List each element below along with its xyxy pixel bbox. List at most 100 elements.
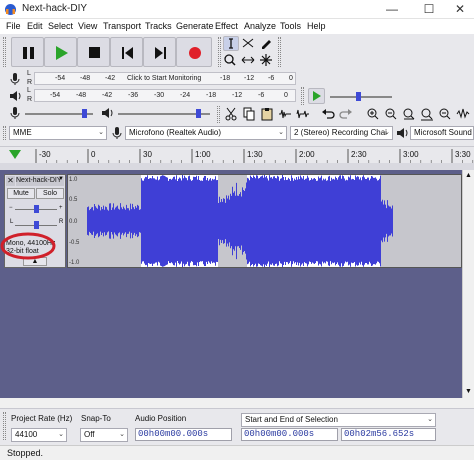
audio-position-field[interactable]: 00h00m00.000s (135, 428, 232, 441)
playback-meter-tick: -48 (76, 92, 87, 99)
audio-host-select[interactable]: MME ⌄ (9, 126, 107, 140)
selection-start-field[interactable]: 00h00m00.000s (241, 428, 338, 441)
play-speed-slider[interactable] (330, 96, 392, 98)
menu-file[interactable]: File (6, 21, 21, 31)
track-name: Next-hack-DIY (16, 177, 62, 184)
toolbar-grip[interactable] (3, 412, 6, 440)
toolbar-grip[interactable] (217, 106, 220, 123)
selection-mode-select[interactable]: Start and End of Selection ⌄ (241, 413, 436, 427)
playback-meter-tick: 0 (284, 92, 288, 99)
toolbar-grip[interactable] (3, 126, 6, 140)
track-menu-arrow-icon: ▼ (58, 176, 64, 182)
vertical-scrollbar[interactable]: ▲ ▼ (462, 170, 474, 398)
draw-tool-button[interactable] (259, 36, 273, 50)
recording-channels-select[interactable]: 2 (Stereo) Recording Chai ⌄ (290, 126, 393, 140)
envelope-icon (242, 38, 254, 48)
record-meter-button[interactable] (8, 72, 22, 86)
horizontal-scrollbar[interactable] (0, 398, 474, 408)
window-title: Next-hack-DIY (22, 3, 88, 14)
menu-analyze[interactable]: Analyze (244, 21, 276, 31)
copy-button[interactable] (242, 107, 256, 121)
playback-meter-button[interactable] (8, 89, 22, 103)
menu-edit[interactable]: Edit (27, 21, 43, 31)
menu-help[interactable]: Help (307, 21, 326, 31)
track-name-menu[interactable]: Next-hack-DIY (16, 176, 64, 186)
snap-to-select[interactable]: Off ⌄ (80, 428, 128, 442)
audio-waveform[interactable] (87, 175, 395, 267)
menu-select[interactable]: Select (48, 21, 73, 31)
cut-button[interactable] (224, 107, 238, 121)
recording-volume-thumb[interactable] (82, 109, 87, 118)
waveform-area[interactable]: 1.0 0.5 0.0 -0.5 -1.0 (67, 174, 462, 268)
playback-volume-thumb[interactable] (196, 109, 201, 118)
skip-to-start-button[interactable] (110, 37, 143, 67)
fit-project-icon (421, 108, 433, 121)
multi-tool-button[interactable] (259, 53, 273, 67)
scroll-up-icon[interactable]: ▲ (465, 172, 472, 179)
pan-slider-thumb[interactable] (34, 221, 39, 229)
solo-button[interactable]: Solo (36, 188, 64, 199)
amplitude-label: -1.0 (69, 260, 80, 266)
fit-project-button[interactable] (420, 107, 434, 121)
paste-button[interactable] (260, 107, 274, 121)
start-monitoring-label[interactable]: Click to Start Monitoring (127, 75, 201, 82)
timeline-tick-label: 2:30 (351, 150, 367, 159)
undo-button[interactable] (321, 107, 335, 121)
toolbar-grip[interactable] (278, 37, 281, 67)
gain-slider-thumb[interactable] (34, 205, 39, 213)
playback-device-select[interactable]: Microsoft Sound I (410, 126, 474, 140)
menu-generate[interactable]: Generate (176, 21, 214, 31)
zoom-tool-button[interactable] (223, 53, 237, 67)
play-button[interactable] (44, 37, 77, 67)
maximize-button[interactable]: ☐ (415, 0, 443, 19)
fit-selection-button[interactable] (402, 107, 416, 121)
scroll-down-icon[interactable]: ▼ (465, 388, 472, 395)
envelope-tool-button[interactable] (241, 36, 255, 50)
clipboard-icon (261, 108, 273, 121)
pause-button[interactable] (11, 37, 44, 67)
playback-meter-tick: -18 (206, 92, 217, 99)
microphone-icon (10, 73, 20, 85)
skip-to-end-button[interactable] (143, 37, 176, 67)
menu-effect[interactable]: Effect (215, 21, 238, 31)
microphone-icon (10, 107, 20, 119)
toolbar-grip[interactable] (218, 37, 221, 67)
zoom-in-button[interactable] (366, 107, 380, 121)
toolbar-grip[interactable] (301, 87, 304, 105)
playback-meter-ticks: -54 -48 -42 -36 -30 -24 -18 -12 -6 0 (34, 92, 296, 102)
timeline-ruler[interactable]: -30 0 30 1:00 1:30 2:00 2:30 3:00 3:30 (0, 146, 474, 163)
playback-meter-tick: -30 (154, 92, 165, 99)
audio-host-value: MME (13, 128, 32, 137)
speaker-icon (102, 108, 113, 118)
record-button[interactable] (176, 37, 212, 67)
record-meter-right-label: R (27, 79, 33, 86)
menu-tools[interactable]: Tools (280, 21, 301, 31)
playback-volume-icon (100, 106, 114, 120)
track-close-button[interactable]: ✕ (6, 176, 15, 186)
menu-view[interactable]: View (78, 21, 97, 31)
chevron-down-icon: ⌄ (384, 129, 390, 136)
play-at-speed-button[interactable] (308, 88, 325, 104)
zoom-out-button[interactable] (384, 107, 398, 121)
project-rate-label: Project Rate (Hz) (11, 414, 73, 423)
trim-button[interactable] (278, 107, 292, 121)
speaker-icon (397, 128, 408, 138)
toolbar-grip[interactable] (3, 37, 6, 67)
close-button[interactable]: ✕ (446, 0, 474, 19)
menu-transport[interactable]: Transport (103, 21, 141, 31)
time-shift-tool-button[interactable] (241, 53, 255, 67)
play-speed-thumb[interactable] (356, 92, 361, 101)
project-rate-select[interactable]: 44100 ⌄ (11, 428, 67, 442)
silence-button[interactable] (296, 107, 310, 121)
mute-button[interactable]: Mute (7, 188, 35, 199)
audio-settings-button[interactable] (456, 107, 470, 121)
redo-button[interactable] (339, 107, 353, 121)
minimize-button[interactable]: — (378, 0, 406, 19)
recording-device-select[interactable]: Microfono (Realtek Audio) ⌄ (125, 126, 287, 140)
microphone-icon (112, 127, 122, 139)
zoom-toggle-button[interactable] (438, 107, 452, 121)
menu-tracks[interactable]: Tracks (145, 21, 172, 31)
stop-button[interactable] (77, 37, 110, 67)
selection-end-field[interactable]: 00h02m56.652s (341, 428, 436, 441)
selection-tool-button[interactable] (223, 36, 239, 51)
